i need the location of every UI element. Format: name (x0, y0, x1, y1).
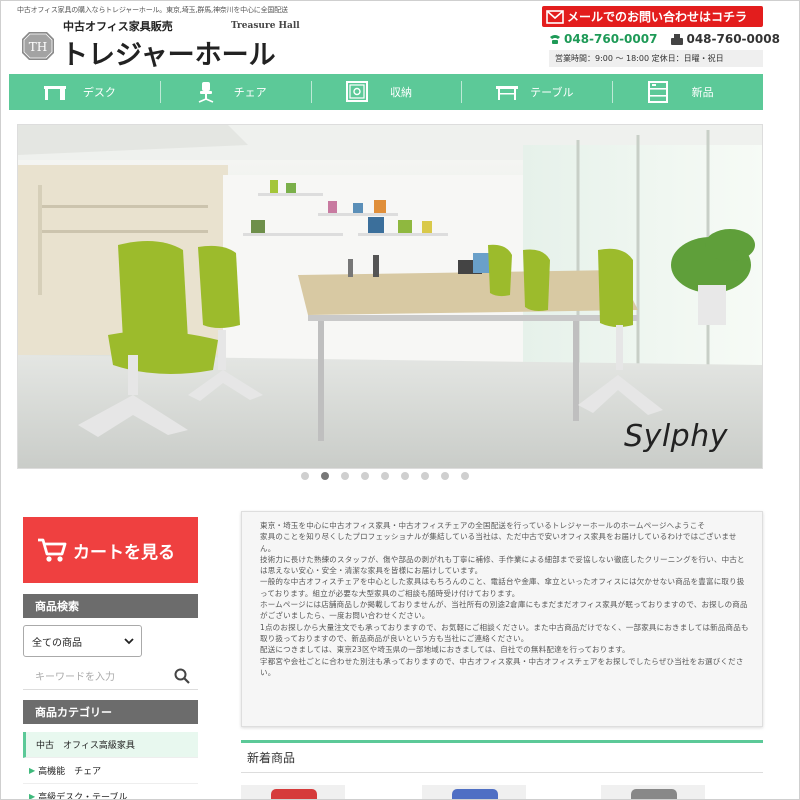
hero-image (18, 125, 762, 468)
logo-badge-icon[interactable]: TH (21, 31, 55, 61)
slider-dot[interactable] (301, 472, 309, 480)
product-image (452, 789, 498, 799)
tel-text: 048-760-0007 (564, 32, 658, 46)
triangle-right-icon: ▶ (29, 766, 36, 775)
search-icon[interactable] (174, 668, 190, 684)
nav-item-new[interactable]: 新品 (612, 74, 763, 110)
category-label: 高級デスク・テーブル (38, 793, 128, 800)
slider-dot[interactable] (441, 472, 449, 480)
tel-number[interactable]: 048-760-0007 (549, 32, 657, 46)
product-thumbnail[interactable] (601, 785, 705, 799)
category-label: 中古 オフィス高級家具 (36, 741, 135, 751)
intro-paragraph: 家具のことを知り尽くしたプロフェッショナルが集結している当社は、ただ中古で安いオ… (260, 532, 737, 553)
triangle-right-icon: ▶ (29, 792, 36, 800)
main-nav: デスク チェア 収納 テーブル 新品 (9, 74, 763, 110)
product-image (631, 789, 677, 799)
hero-slider[interactable]: Sylphy (17, 124, 763, 469)
intro-box: 東京・埼玉を中心に中古オフィス家具・中古オフィスチェアの全国配送を行っているトレ… (241, 511, 763, 727)
safe-icon (345, 81, 369, 103)
intro-paragraph: 一般的な中古オフィスチェアを中心とした家具はもちろんのこと、電話台や金庫、傘立と… (260, 577, 745, 598)
nav-label-desk: デスク (82, 86, 116, 99)
site-tagline: 中古オフィス家具の購入ならトレジャーホール。東京,埼玉,群馬,神奈川を中心に全国… (17, 6, 288, 14)
slide-caption: Sylphy (624, 419, 728, 454)
table-icon (495, 81, 519, 103)
category-item-chair[interactable]: ▶ 高機能 チェア (23, 758, 198, 784)
category-item-desk[interactable]: ▶ 高級デスク・テーブル (23, 784, 198, 800)
business-hours: 営業時間：9:00 ～ 18:00 定休日：日曜・祝日 (549, 50, 763, 67)
view-cart-label: カートを見る (73, 542, 175, 563)
product-thumbnail[interactable] (422, 785, 526, 799)
nav-item-desk[interactable]: デスク (9, 74, 160, 110)
slider-dot[interactable] (401, 472, 409, 480)
category-select[interactable]: 全ての商品 (23, 625, 142, 657)
category-item-premium[interactable]: 中古 オフィス高級家具 (23, 732, 198, 758)
keyword-search-placeholder: キーワードを入力 (35, 672, 115, 683)
intro-paragraph: 技術力に長けた熟練のスタッフが、傷や部品の剥がれも丁寧に補修、手作業による細部ま… (260, 554, 745, 576)
mail-contact-label: メールでのお問い合わせはコチラ (567, 10, 748, 24)
chair-icon (194, 81, 218, 103)
nav-item-storage[interactable]: 収納 (310, 74, 462, 110)
product-thumbnail[interactable] (241, 785, 345, 799)
logo-subtitle: 中古オフィス家具販売 (63, 20, 173, 33)
fax-number: 048-760-0008 (671, 32, 780, 46)
nav-item-chair[interactable]: チェア (159, 74, 311, 110)
slider-dot[interactable] (341, 472, 349, 480)
category-heading: 商品カテゴリー (23, 700, 198, 724)
intro-paragraph: 1点のお探しから大量注文でも承っておりますので、お気軽にご相談ください。また中古… (260, 622, 749, 643)
slider-dots (301, 472, 481, 480)
page: 中古オフィス家具の購入ならトレジャーホール。東京,埼玉,群馬,神奈川を中心に全国… (0, 0, 800, 800)
nav-label-table: テーブル (530, 86, 574, 99)
product-image (271, 789, 317, 799)
phone-row: 048-760-0007 048-760-0008 (549, 32, 780, 46)
slider-dot[interactable] (461, 472, 469, 480)
cabinet-icon (646, 81, 670, 103)
view-cart-button[interactable]: カートを見る (23, 517, 198, 583)
slider-dot[interactable] (361, 472, 369, 480)
logo-title[interactable]: トレジャーホール (61, 33, 276, 72)
nav-item-table[interactable]: テーブル (461, 74, 612, 110)
desk-icon (43, 81, 67, 103)
search-heading: 商品検索 (23, 594, 198, 618)
nav-label-chair: チェア (233, 86, 267, 99)
cart-icon (38, 538, 67, 562)
keyword-search-input[interactable]: キーワードを入力 (23, 662, 198, 690)
logo-english-name: Treasure Hall (231, 21, 300, 31)
category-select-value: 全ての商品 (32, 637, 82, 649)
new-products-heading: 新着商品 (241, 740, 763, 773)
fax-icon (671, 33, 684, 45)
nav-label-storage: 収納 (389, 86, 412, 99)
chevron-down-icon (123, 635, 135, 647)
slider-dot-active[interactable] (321, 472, 329, 480)
slider-dot[interactable] (381, 472, 389, 480)
category-label: 高機能 チェア (38, 767, 102, 777)
intro-paragraph: 宇都宮や会社ごとに合わせた別注も承っておりますので、中古オフィス家具・中古オフィ… (260, 656, 744, 677)
mail-contact-button[interactable]: メールでのお問い合わせはコチラ (542, 6, 763, 27)
intro-paragraph: ホームページには店舗商品しか掲載しておりませんが、当社所有の別途2倉庫にもまだま… (260, 600, 748, 621)
fax-text: 048-760-0008 (686, 32, 780, 46)
intro-paragraph: 東京・埼玉を中心に中古オフィス家具・中古オフィスチェアの全国配送を行っているトレ… (260, 521, 706, 530)
nav-label-new: 新品 (691, 86, 714, 99)
intro-paragraph: 配送につきましては、東京23区や埼玉県の一部地域におきましては、自社での無料配達… (260, 645, 630, 655)
slider-dot[interactable] (421, 472, 429, 480)
envelope-icon (546, 9, 564, 24)
logo-badge-text: TH (29, 40, 47, 54)
phone-icon (549, 34, 561, 45)
